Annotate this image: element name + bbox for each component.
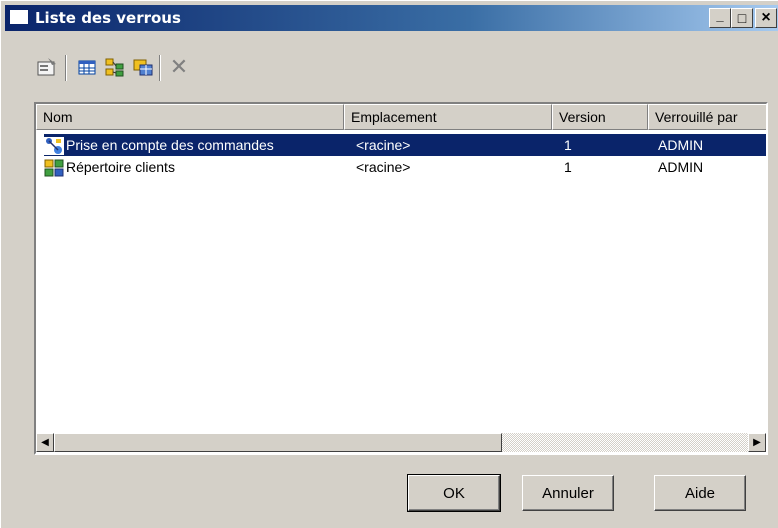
row-name: Prise en compte des commandes xyxy=(66,137,274,153)
ok-button[interactable]: OK xyxy=(407,474,501,512)
row-locked-by: ADMIN xyxy=(658,159,704,175)
row-location: <racine> xyxy=(356,159,411,175)
column-header-location[interactable]: Emplacement xyxy=(344,104,552,130)
window-icon xyxy=(9,9,29,25)
model-icon xyxy=(44,137,64,156)
column-header-version[interactable]: Version xyxy=(552,104,648,130)
minimize-icon: _ xyxy=(716,7,724,23)
table-row[interactable]: Prise en compte des commandes <racine> 1… xyxy=(44,134,766,156)
minimize-button[interactable]: _ xyxy=(709,8,731,28)
delete-button[interactable]: ✕ xyxy=(165,53,193,81)
horizontal-scrollbar[interactable]: ◀ ▶ xyxy=(36,433,766,453)
row-version: 1 xyxy=(564,137,572,153)
properties-button[interactable] xyxy=(33,53,61,81)
scroll-thumb[interactable] xyxy=(54,433,502,452)
toolbar-separator xyxy=(65,55,67,81)
scroll-left-button[interactable]: ◀ xyxy=(36,433,54,452)
arrow-right-icon: ▶ xyxy=(753,437,761,448)
row-version: 1 xyxy=(564,159,572,175)
row-location: <racine> xyxy=(356,137,411,153)
close-icon: × xyxy=(761,9,771,26)
locks-list[interactable]: Nom Emplacement Version Verrouillé par P… xyxy=(34,102,768,455)
scroll-right-button[interactable]: ▶ xyxy=(748,433,766,452)
directory-icon xyxy=(44,159,64,177)
list-header: Nom Emplacement Version Verrouillé par xyxy=(36,104,766,130)
toolbar-separator xyxy=(159,55,161,81)
grid-view-icon xyxy=(133,59,153,76)
arrow-left-icon: ◀ xyxy=(41,437,49,448)
help-button[interactable]: Aide xyxy=(654,475,746,511)
tree-view-button[interactable] xyxy=(101,53,129,81)
row-name-cell: Répertoire clients xyxy=(44,156,324,178)
tree-view-icon xyxy=(105,58,124,77)
column-header-name[interactable]: Nom xyxy=(36,104,344,130)
close-button[interactable]: × xyxy=(755,8,777,28)
cancel-button[interactable]: Annuler xyxy=(522,475,614,511)
maximize-button[interactable]: □ xyxy=(731,8,753,28)
grid-view-button[interactable] xyxy=(129,53,157,81)
title-bar[interactable]: Liste des verrous _ □ × xyxy=(5,5,778,31)
row-name: Répertoire clients xyxy=(66,159,175,175)
dialog-window: Liste des verrous _ □ × ✕ Nom Emplacemen… xyxy=(0,0,778,528)
row-locked-by: ADMIN xyxy=(658,137,704,153)
table-view-button[interactable] xyxy=(73,53,101,81)
table-row[interactable]: Répertoire clients <racine> 1 ADMIN xyxy=(44,156,766,178)
properties-icon xyxy=(37,58,56,76)
window-title: Liste des verrous xyxy=(35,9,181,27)
maximize-icon: □ xyxy=(737,10,747,26)
table-view-icon xyxy=(78,60,96,75)
delete-icon: ✕ xyxy=(169,54,189,79)
row-name-cell: Prise en compte des commandes xyxy=(44,134,324,156)
column-header-locked-by[interactable]: Verrouillé par xyxy=(648,104,766,130)
